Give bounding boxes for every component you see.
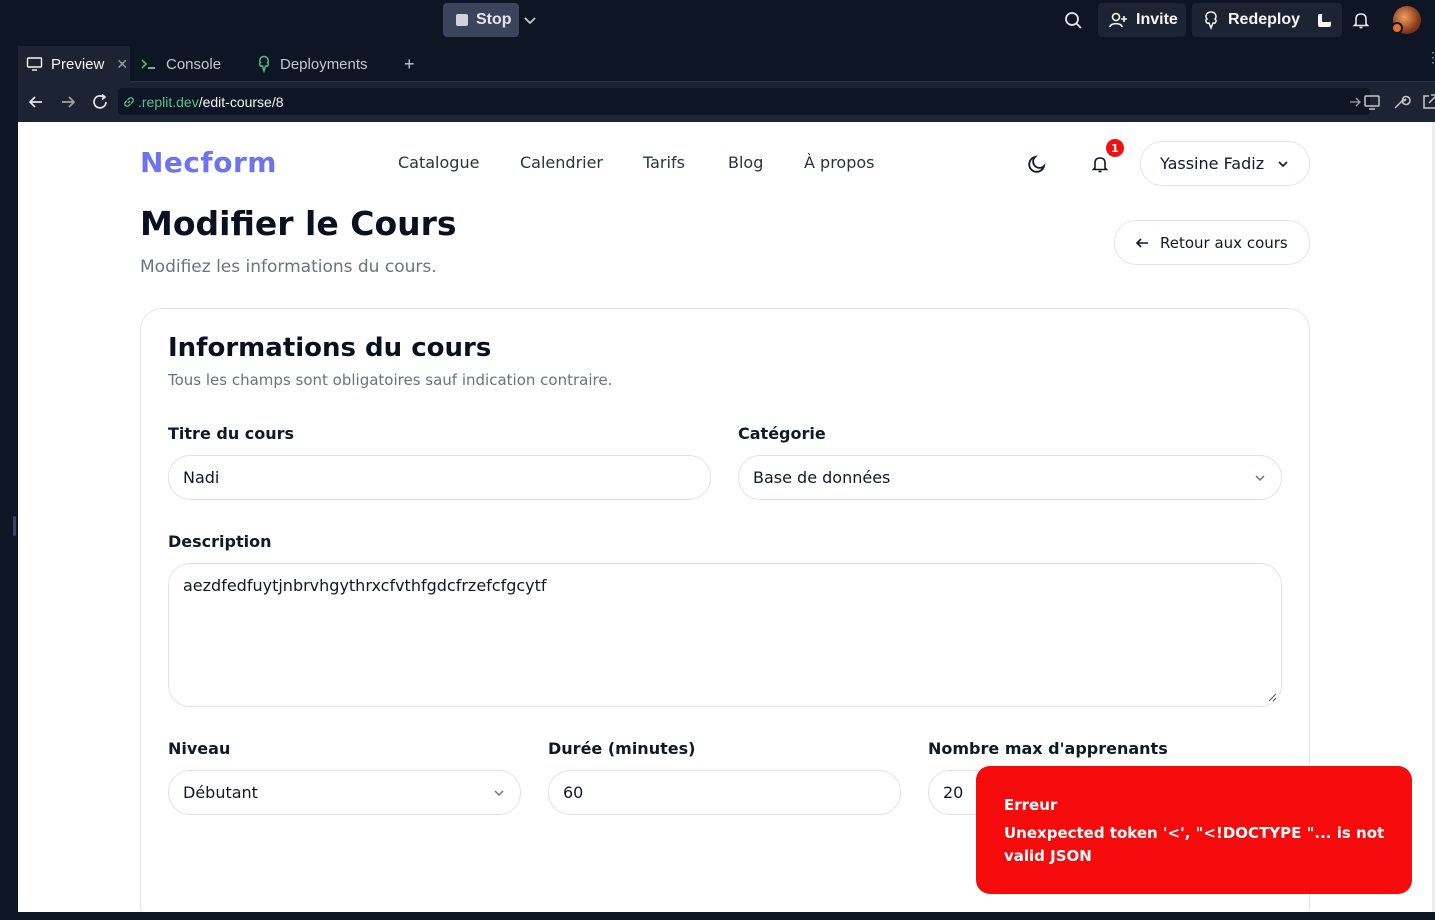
nav-link-catalogue[interactable]: Catalogue bbox=[398, 153, 479, 172]
chevron-down-icon bbox=[1255, 474, 1265, 481]
nav-link-blog[interactable]: Blog bbox=[728, 153, 763, 172]
close-icon[interactable]: ✕ bbox=[116, 56, 128, 73]
bell-icon[interactable] bbox=[1349, 8, 1373, 32]
chevron-down-icon[interactable] bbox=[521, 10, 539, 30]
toast-title: Erreur bbox=[1004, 796, 1058, 814]
duration-label: Durée (minutes) bbox=[548, 739, 696, 758]
back-to-courses-button[interactable]: Retour aux cours bbox=[1114, 220, 1310, 265]
deploy-icon bbox=[258, 55, 270, 73]
left-panel-strip bbox=[0, 46, 18, 920]
duration-input[interactable]: 60 bbox=[548, 770, 901, 815]
more-options-icon[interactable]: ⋮ bbox=[1426, 50, 1435, 64]
go-arrow-icon[interactable] bbox=[1348, 95, 1362, 109]
site-logo[interactable]: Necform bbox=[140, 146, 277, 179]
terminal-icon bbox=[141, 59, 155, 69]
max-learners-label: Nombre max d'apprenants bbox=[928, 739, 1168, 758]
invite-button[interactable]: Invite bbox=[1098, 3, 1186, 37]
error-toast[interactable]: Erreur Unexpected token '<', "<!DOCTYPE … bbox=[976, 766, 1412, 894]
pane-tab-bar: Preview ✕ Console Deployments + ⋮ bbox=[18, 46, 1435, 82]
back-arrow-icon[interactable] bbox=[26, 92, 46, 112]
category-label: Catégorie bbox=[738, 424, 826, 443]
toast-message: Unexpected token '<', "<!DOCTYPE "... is… bbox=[1004, 824, 1385, 865]
title-label: Titre du cours bbox=[168, 424, 295, 443]
nav-link-calendrier[interactable]: Calendrier bbox=[520, 153, 603, 172]
level-label: Niveau bbox=[168, 739, 231, 758]
card-subtitle: Tous les champs sont obligatoires sauf i… bbox=[168, 371, 613, 389]
forward-arrow-icon[interactable] bbox=[58, 92, 78, 112]
level-select[interactable]: Débutant bbox=[168, 770, 521, 815]
browser-url-bar: .replit.dev/edit-course/8 bbox=[18, 82, 1435, 122]
title-input[interactable]: Nadi bbox=[168, 455, 711, 500]
user-menu-button[interactable]: Yassine Fadiz bbox=[1140, 141, 1310, 186]
wrench-icon[interactable] bbox=[1391, 92, 1411, 112]
status-dot bbox=[1391, 22, 1403, 34]
page-title: Modifier le Cours bbox=[140, 204, 457, 243]
url-input[interactable]: .replit.dev/edit-course/8 bbox=[118, 88, 1370, 115]
moon-icon[interactable] bbox=[1025, 152, 1049, 176]
nav-link-a-propos[interactable]: À propos bbox=[804, 153, 874, 172]
ide-top-bar: Stop Invite Redeploy bbox=[0, 0, 1435, 46]
chevron-down-icon bbox=[494, 789, 504, 796]
reload-icon[interactable] bbox=[90, 92, 110, 112]
resize-handle[interactable] bbox=[13, 516, 16, 536]
ide-bottom-strip bbox=[0, 912, 1435, 920]
window-icon[interactable] bbox=[1316, 11, 1334, 29]
page-subtitle: Modifiez les informations du cours. bbox=[140, 257, 437, 277]
redeploy-button[interactable]: Redeploy bbox=[1192, 3, 1342, 37]
deploy-icon bbox=[1205, 11, 1217, 30]
tab-deployments[interactable]: Deployments bbox=[250, 46, 390, 82]
add-user-icon bbox=[1109, 12, 1127, 28]
description-textarea[interactable]: aezdfedfuytjnbrvhgythrxcfvthfgdcfrzefcfg… bbox=[168, 563, 1282, 707]
devtools-monitor-icon[interactable] bbox=[1362, 92, 1382, 112]
description-label: Description bbox=[168, 532, 272, 551]
tab-console[interactable]: Console bbox=[134, 46, 244, 82]
resize-grip-icon[interactable] bbox=[1267, 692, 1277, 702]
card-title: Informations du cours bbox=[168, 333, 492, 363]
tab-preview[interactable]: Preview ✕ bbox=[18, 46, 130, 82]
nav-link-tarifs[interactable]: Tarifs bbox=[643, 153, 685, 172]
open-external-icon[interactable] bbox=[1420, 92, 1435, 112]
link-icon bbox=[124, 96, 134, 107]
category-select[interactable]: Base de données bbox=[738, 455, 1282, 500]
add-tab-button[interactable]: + bbox=[404, 54, 415, 75]
chevron-down-icon bbox=[1278, 160, 1288, 167]
search-icon[interactable] bbox=[1061, 8, 1085, 32]
stop-icon bbox=[456, 14, 468, 26]
notification-badge: 1 bbox=[1104, 137, 1126, 159]
stop-button[interactable]: Stop bbox=[443, 3, 519, 37]
arrow-left-icon bbox=[1135, 237, 1148, 248]
monitor-icon bbox=[26, 57, 43, 71]
